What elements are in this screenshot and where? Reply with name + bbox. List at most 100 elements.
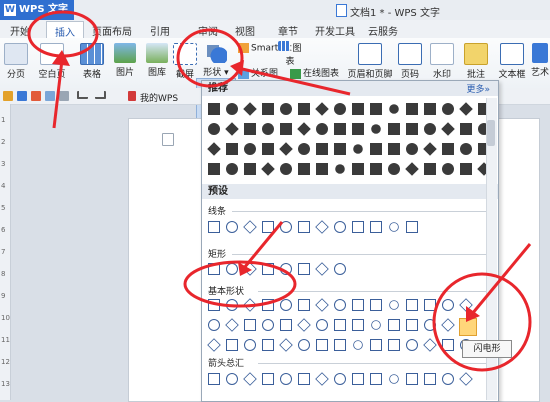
shape-option-icon[interactable]	[406, 339, 418, 351]
shape-option-icon[interactable]	[406, 373, 418, 385]
shape-option-icon[interactable]	[298, 373, 310, 385]
scrollbar-thumb[interactable]	[487, 120, 495, 146]
shape-option-icon[interactable]	[442, 373, 454, 385]
shape-option-icon[interactable]	[262, 263, 274, 275]
shape-option-icon[interactable]	[352, 103, 364, 115]
shape-option-icon[interactable]	[298, 263, 310, 275]
shape-option-icon[interactable]	[370, 373, 382, 385]
undo-icon[interactable]	[77, 91, 88, 99]
shape-option-icon[interactable]	[226, 299, 238, 311]
shape-option-icon[interactable]	[226, 143, 238, 155]
save-icon[interactable]	[17, 91, 27, 101]
shape-option-icon[interactable]	[298, 163, 310, 175]
shape-option-icon[interactable]	[315, 298, 329, 312]
shape-option-icon[interactable]	[298, 103, 310, 115]
wps-app-menu-button[interactable]: WWPS 文字 ▾	[0, 0, 74, 35]
blank-page-button[interactable]: 空白页	[34, 43, 70, 80]
shape-option-icon[interactable]	[442, 103, 454, 115]
shape-option-icon[interactable]	[244, 319, 256, 331]
text-box-button[interactable]: 文本框	[496, 43, 528, 80]
more-link[interactable]: 更多»	[466, 83, 490, 98]
redo-icon[interactable]	[95, 91, 106, 99]
shape-option-icon[interactable]	[406, 299, 418, 311]
shape-option-icon[interactable]	[261, 162, 275, 176]
shape-option-icon[interactable]	[424, 319, 436, 331]
shape-option-icon[interactable]	[424, 373, 436, 385]
shape-option-icon[interactable]	[208, 319, 220, 331]
shape-option-icon[interactable]	[405, 162, 419, 176]
shape-option-icon[interactable]	[351, 142, 365, 156]
tab-developer[interactable]: 开发工具	[315, 23, 355, 38]
shape-option-icon[interactable]	[243, 220, 257, 234]
shape-option-icon[interactable]	[423, 142, 437, 156]
shape-option-icon[interactable]	[316, 319, 328, 331]
shape-option-icon[interactable]	[243, 102, 257, 116]
shape-option-icon[interactable]	[280, 373, 292, 385]
shape-option-icon[interactable]	[352, 319, 364, 331]
shape-option-icon[interactable]	[280, 299, 292, 311]
shape-option-icon[interactable]	[208, 299, 220, 311]
shape-option-icon[interactable]	[207, 142, 221, 156]
shape-option-icon[interactable]	[442, 339, 454, 351]
shape-option-icon[interactable]	[441, 122, 455, 136]
shape-option-icon[interactable]	[280, 103, 292, 115]
shape-option-icon[interactable]	[388, 319, 400, 331]
open-icon[interactable]	[3, 91, 13, 101]
shape-option-icon[interactable]	[459, 372, 473, 386]
shape-option-icon[interactable]	[226, 373, 238, 385]
shape-option-icon[interactable]	[387, 298, 401, 312]
tab-home[interactable]: 开始	[10, 23, 30, 38]
shape-option-icon[interactable]	[442, 299, 454, 311]
shape-option-icon[interactable]	[208, 163, 220, 175]
shape-option-icon[interactable]	[243, 262, 257, 276]
shape-option-icon[interactable]	[243, 298, 257, 312]
shape-option-icon[interactable]	[387, 372, 401, 386]
screenshot-button[interactable]: 截屏	[172, 43, 198, 80]
shape-option-icon[interactable]	[406, 221, 418, 233]
format-painter-icon[interactable]	[59, 91, 69, 101]
tab-review[interactable]: 审阅	[198, 23, 218, 38]
shape-option-icon[interactable]	[333, 162, 347, 176]
shape-option-icon[interactable]	[370, 299, 382, 311]
shape-option-icon[interactable]	[226, 163, 238, 175]
shape-option-icon[interactable]	[424, 163, 436, 175]
relationship-diagram-button[interactable]: 关系图	[238, 66, 278, 79]
comment-button[interactable]: 批注	[464, 43, 488, 80]
shape-option-icon[interactable]	[388, 163, 400, 175]
shape-option-icon[interactable]	[424, 299, 436, 311]
shape-option-icon[interactable]	[226, 103, 238, 115]
shape-option-icon[interactable]	[423, 338, 437, 352]
shape-option-icon[interactable]	[280, 221, 292, 233]
shape-option-icon[interactable]	[244, 339, 256, 351]
word-art-button[interactable]: 艺术	[530, 43, 550, 78]
shape-option-icon[interactable]	[225, 122, 239, 136]
chart-button[interactable]: 图表	[275, 41, 305, 67]
print-preview-icon[interactable]	[45, 91, 55, 101]
shape-option-icon[interactable]	[352, 299, 364, 311]
shape-option-icon[interactable]	[208, 103, 220, 115]
shape-option-icon[interactable]	[208, 263, 220, 275]
shape-option-icon[interactable]	[406, 123, 418, 135]
shape-option-icon[interactable]	[244, 143, 256, 155]
shape-option-icon[interactable]	[334, 373, 346, 385]
tab-cloud[interactable]: 云服务	[368, 23, 398, 38]
shape-option-icon[interactable]	[334, 103, 346, 115]
shape-option-icon[interactable]	[352, 373, 364, 385]
shape-option-icon[interactable]	[387, 102, 401, 116]
shape-option-icon[interactable]	[442, 143, 454, 155]
shape-option-icon[interactable]	[298, 339, 310, 351]
shape-option-icon[interactable]	[460, 123, 472, 135]
lightning-shape-hover[interactable]	[459, 318, 477, 336]
shape-option-icon[interactable]	[370, 221, 382, 233]
shape-option-icon[interactable]	[406, 103, 418, 115]
shape-option-icon[interactable]	[244, 163, 256, 175]
shape-option-icon[interactable]	[262, 299, 274, 311]
shape-option-icon[interactable]	[370, 339, 382, 351]
shape-option-icon[interactable]	[352, 123, 364, 135]
shape-option-icon[interactable]	[441, 318, 455, 332]
shape-option-icon[interactable]	[370, 103, 382, 115]
shape-option-icon[interactable]	[315, 262, 329, 276]
shape-option-icon[interactable]	[442, 163, 454, 175]
shape-option-icon[interactable]	[352, 163, 364, 175]
shape-option-icon[interactable]	[208, 373, 220, 385]
